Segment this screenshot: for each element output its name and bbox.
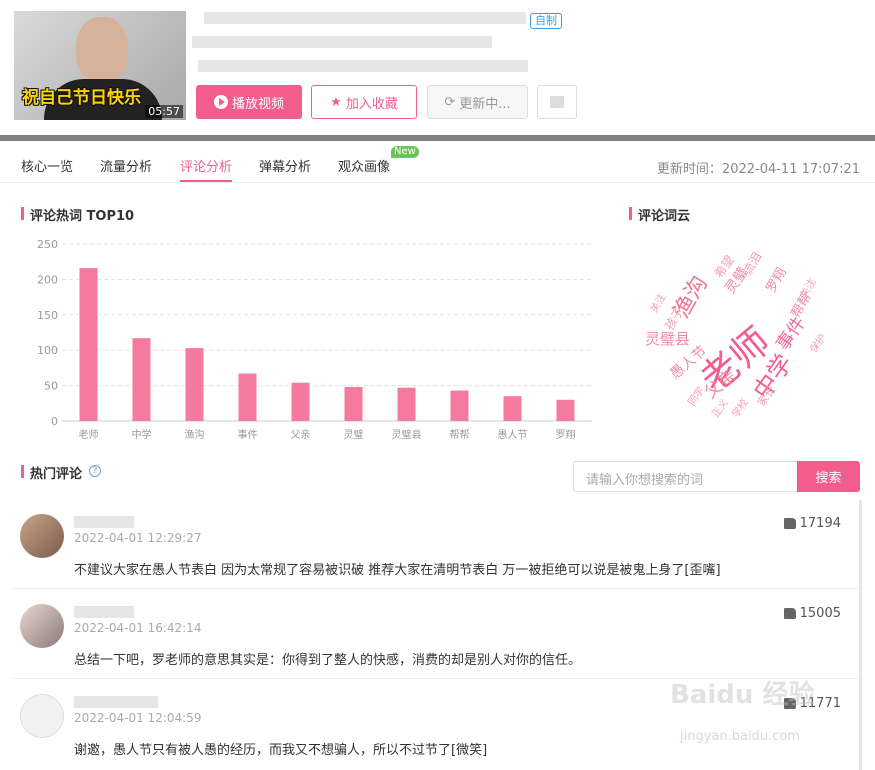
play-video-label: 播放视频 (231, 96, 284, 112)
word-cloud-word: 关注 (648, 292, 669, 315)
comment-search-input[interactable]: 请输入你想搜索的词 (573, 461, 797, 492)
video-thumbnail[interactable]: 祝自己节日快乐 05:57 (14, 11, 186, 120)
star-icon: ★ (330, 94, 342, 110)
bar[interactable] (79, 268, 98, 421)
thumbs-up-icon (783, 608, 796, 619)
add-favorite-label: 加入收藏 (345, 96, 398, 112)
like-count[interactable]: 15005 (783, 606, 841, 621)
blurred-username (74, 606, 134, 618)
x-tick-label: 父亲 (291, 428, 311, 441)
avatar[interactable] (20, 604, 64, 648)
blurred-meta-2 (198, 60, 528, 72)
new-badge: New (391, 146, 419, 158)
x-tick-label: 老师 (79, 428, 99, 441)
presenter-face (76, 17, 128, 83)
x-tick-label: 罗翔 (556, 428, 576, 441)
y-tick-label: 200 (37, 273, 58, 286)
refresh-icon: ⟳ (444, 94, 456, 110)
bar[interactable] (344, 387, 363, 421)
y-tick-label: 100 (37, 344, 58, 357)
y-tick-label: 250 (37, 238, 58, 251)
hot-comments-title: 热门评论 (21, 463, 82, 482)
y-tick-label: 150 (37, 309, 58, 322)
help-icon[interactable]: ? (89, 465, 101, 477)
video-duration: 05:57 (145, 105, 183, 118)
y-tick-label: 50 (44, 380, 58, 393)
x-tick-label: 灵璧 (344, 428, 364, 441)
comment-text: 谢邀，愚人节只有被人愚的经历，而我又不想骗人，所以不过节了[微笑] (74, 743, 488, 758)
x-tick-label: 愚人节 (498, 429, 528, 441)
play-icon (213, 95, 228, 109)
comment-item: 2022-04-01 12:29:27 不建议大家在愚人节表白 因为太常规了容易… (12, 500, 858, 589)
add-favorite-button[interactable]: ★ 加入收藏 (311, 85, 417, 119)
x-tick-label: 渔沟 (185, 428, 205, 441)
word-cloud-title: 评论词云 (629, 205, 690, 224)
tab-danmaku-analysis[interactable]: 弹幕分析 (259, 156, 311, 175)
comments-scrollbar[interactable] (859, 500, 862, 770)
tab-traffic-analysis[interactable]: 流量分析 (100, 156, 152, 175)
comment-text: 不建议大家在愚人节表白 因为太常规了容易被识破 推荐大家在清明节表白 万一被拒绝… (74, 563, 721, 578)
comment-text: 总结一下吧，罗老师的意思其实是：你得到了整人的快感，消费的却是别人对你的信任。 (74, 653, 582, 668)
bar[interactable] (291, 382, 310, 421)
video-header: 祝自己节日快乐 05:57 自制 播放视频 ★ 加入收藏 ⟳ 更新中... (0, 0, 875, 135)
tab-comment-analysis[interactable]: 评论分析 (180, 156, 233, 182)
bar[interactable] (450, 390, 469, 421)
tab-core-overview[interactable]: 核心一览 (21, 156, 73, 175)
play-video-button[interactable]: 播放视频 (196, 85, 302, 119)
updating-button[interactable]: ⟳ 更新中... (427, 85, 528, 119)
like-count-value: 17194 (799, 516, 841, 531)
x-tick-label: 中学 (132, 428, 152, 441)
search-button[interactable]: 搜索 (797, 461, 860, 492)
hot-words-bar-chart: 0 50 100 150 200 250 老师 中学 渔沟 事件 父亲 灵璧 灵璧县 帮帮 愚人节 罗翔 (37, 238, 592, 441)
comment-item: 2022-04-01 16:42:14 总结一下吧，罗老师的意思其实是：你得到了… (12, 590, 858, 679)
comment-time: 2022-04-01 16:42:14 (74, 621, 202, 635)
baidu-watermark: Baidu 经验 (670, 680, 815, 710)
baidu-watermark-url: jingyan.baidu.com (680, 729, 800, 744)
blurred-meta-1 (192, 36, 492, 48)
blurred-title (204, 12, 526, 24)
like-count-value: 15005 (799, 606, 841, 621)
bar[interactable] (185, 348, 204, 421)
analysis-tabs: 核心一览 流量分析 评论分析 弹幕分析 观众画像 New 更新时间：2022-0… (0, 141, 875, 183)
bar[interactable] (238, 373, 257, 421)
like-count[interactable]: 17194 (783, 516, 841, 531)
word-cloud-word: 保护 (808, 332, 829, 355)
word-cloud-word: 学校 (730, 397, 751, 420)
avatar[interactable] (20, 694, 64, 738)
blurred-username (74, 516, 134, 528)
bar[interactable] (132, 338, 151, 421)
tab-audience-profile[interactable]: 观众画像 (338, 156, 390, 175)
more-button[interactable] (537, 85, 577, 119)
thumbs-up-icon (783, 518, 796, 529)
x-tick-label: 灵璧县 (392, 428, 422, 441)
comment-time: 2022-04-01 12:29:27 (74, 531, 202, 545)
bar[interactable] (397, 387, 416, 421)
word-cloud-word: 罗翔 (763, 265, 790, 296)
hot-words-title: 评论热词 TOP10 (21, 205, 134, 224)
word-cloud: 老师 渔沟 中学 事件 灵璧县 父亲 愚人节 灵璧 帮帮 罗翔 希望 流泪 孩子 学校 正义 保护 同学 家长 关注… (637, 240, 829, 420)
original-badge: 自制 (530, 13, 562, 29)
bar[interactable] (503, 396, 522, 421)
update-time: 更新时间：2022-04-11 17:07:21 (656, 162, 860, 177)
bar[interactable] (556, 399, 575, 421)
avatar[interactable] (20, 514, 64, 558)
x-tick-label: 帮帮 (450, 429, 470, 441)
blurred-username (74, 696, 158, 708)
blurred-icon (550, 96, 564, 108)
thumbnail-caption: 祝自己节日快乐 (22, 88, 141, 108)
y-tick-label: 0 (51, 415, 58, 428)
word-cloud-word: 灵璧县 (645, 330, 691, 348)
comment-time: 2022-04-01 12:04:59 (74, 711, 202, 725)
x-tick-label: 事件 (238, 428, 258, 441)
updating-label: 更新中... (459, 96, 511, 112)
